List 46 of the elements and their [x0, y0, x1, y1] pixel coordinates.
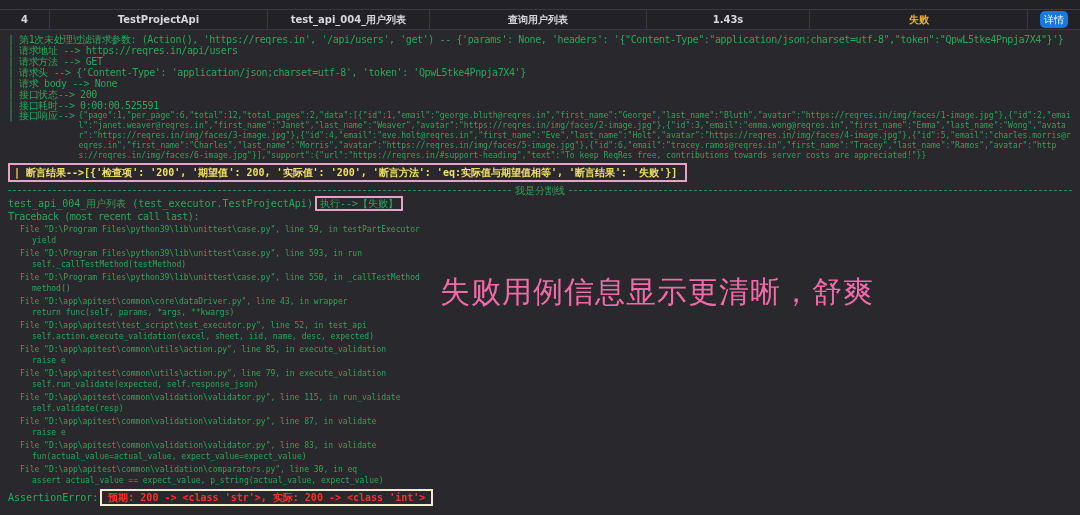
- traceback-location: File "D:\Program Files\python39\lib\unittest\case.py", line 59, in testPartExecutor: [20, 224, 420, 235]
- log-line: | 请求地址 --> https://reqres.in/api/users: [8, 45, 238, 56]
- separator-label: 我是分割线: [515, 184, 565, 196]
- table-cell: 查询用户列表: [430, 10, 647, 29]
- traceback-code: raise e: [31, 355, 66, 366]
- table-cell: TestProjectApi: [50, 10, 268, 29]
- traceback-location: File "D:\app\apitest\common\validation\comparators.py", line 30, in eq: [20, 464, 358, 475]
- table-cell: 1.43s: [647, 10, 810, 29]
- traceback-location: File "D:\app\apitest\test_script\test_executor.py", line 52, in test_api: [20, 320, 367, 331]
- error-label: AssertionError:: [8, 492, 99, 503]
- response-label: | 接口响应-->: [8, 111, 75, 121]
- log-line: | 接口状态--> 200: [8, 89, 97, 100]
- log-line: | 请求 body --> None: [8, 78, 118, 89]
- traceback-location: File "D:\app\apitest\common\utils\action.py", line 79, in execute_validation: [20, 368, 387, 379]
- log-line: | 接口耗时--> 0:00:00.525591: [8, 100, 159, 111]
- test-status: 执行-->【失败】: [314, 196, 403, 211]
- result-cell: 失败: [810, 10, 1028, 29]
- traceback-code: fun(actual_value=actual_value, expect_value=expect_value): [31, 451, 307, 462]
- traceback-code: self.action.execute_validation(excel, sheet, iid, name, desc, expected): [31, 331, 374, 342]
- traceback-location: File "D:\Program Files\python39\lib\unittest\case.py", line 593, in run: [20, 248, 362, 259]
- detail-button[interactable]: 详情: [1040, 11, 1068, 28]
- traceback-location: File "D:\app\apitest\common\validation\validator.py", line 87, in validate: [20, 416, 377, 427]
- traceback-code: return func(self, params, *args, **kwargs): [31, 307, 235, 318]
- table-cell: 4: [0, 10, 50, 29]
- table-cell: test_api_004_用户列表: [268, 10, 430, 29]
- error-message: 预期: 200 -> <class 'str'>, 实际: 200 -> <class 'int'>: [100, 489, 434, 506]
- traceback-code: method(): [31, 283, 71, 294]
- traceback-code: raise e: [31, 427, 66, 438]
- test-name: test_api_004_用户列表 (test_executor.TestProjectApi): [8, 198, 313, 209]
- log-line: | 请求头 --> {'Content-Type': 'application/json;charset=utf-8', 'token': 'QpwL5tke4Pnpja7X4'}: [8, 67, 526, 78]
- traceback-code: self.validate(resp): [31, 403, 124, 414]
- caption-overlay: 失败用例信息显示更清晰，舒爽: [440, 273, 874, 311]
- traceback-code: yield: [31, 235, 57, 246]
- traceback-header: Traceback (most recent call last):: [8, 211, 200, 222]
- traceback-location: File "D:\app\apitest\common\core\dataDriver.py", line 43, in wrapper: [20, 296, 348, 307]
- log-line: | 请求方法 --> GET: [8, 56, 103, 67]
- traceback-code: assert actual_value == expect_value, p_string(actual_value, expect_value): [31, 475, 384, 486]
- traceback-code: self._callTestMethod(testMethod): [31, 259, 187, 270]
- traceback-location: File "D:\app\apitest\common\validation\validator.py", line 115, in run_validate: [20, 392, 401, 403]
- traceback-code: self.run_validate(expected, self.response_json): [31, 379, 259, 390]
- response-body: {"page":1,"per_page":6,"total":12,"total_pages":2,"data":[{"id":1,"email":"george.bluth@reqres.in","first_name":"George","last_name":"Bluth","avatar":"https://reqres.in/img/faces/1-image.jpg"},{"id":2,"email":"janet.weaver@reqres.in","first_name":"Janet","last_name":"Weaver","avatar":"https://reqres.in/img/faces/2-image.jpg"},{"id":3,"email":"emma.wong@reqres.in","first_name":"Emma","last_name":"Wong","avatar":"https://reqres.in/img/faces/3-image.jpg"},{"id":4,"email":"eve.holt@reqres.in","first_name":"Eve","last_name":"Holt","avatar":"https://reqres.in/img/faces/4-image.jpg"},{"id":5,"email":"charles.morris@reqres.in","first_name":"Charles","last_name":"Morris","avatar":"https://reqres.in/img/faces/5-image.jpg"},{"id":6,"email":"tracey.ramos@reqres.in","first_name":"Tracey","last_name":"Ramos","avatar":"https://reqres.in/img/faces/6-image.jpg"}],"support":{"url":"https://reqres.in/#support-heading","text":"To keep ReqRes free, contributions towards server costs are appreciated!"}}: [78, 111, 1072, 161]
- traceback-location: File "D:\app\apitest\common\validation\validator.py", line 83, in validate: [20, 440, 377, 451]
- traceback-location: File "D:\Program Files\python39\lib\unittest\case.py", line 550, in _callTestMethod: [20, 272, 420, 283]
- traceback-location: File "D:\app\apitest\common\utils\action.py", line 85, in execute_validation: [20, 344, 387, 355]
- log-line: | 第1次未处理过滤请求参数: (Action(), 'https://reqres.in', '/api/users', 'get') -- {'params': None, 'headers': '{"Content-Type":"application/json;charset=utf-8","token":"QpwL5tke4Pnpja7X4"}'}: [8, 34, 1064, 45]
- assertion-result: | 断言结果-->[{'检查项': '200', '期望值': 200, '实际值': '200', '断言方法': 'eq:实际值与期望值相等', '断言结果': '失败'}]: [8, 163, 688, 182]
